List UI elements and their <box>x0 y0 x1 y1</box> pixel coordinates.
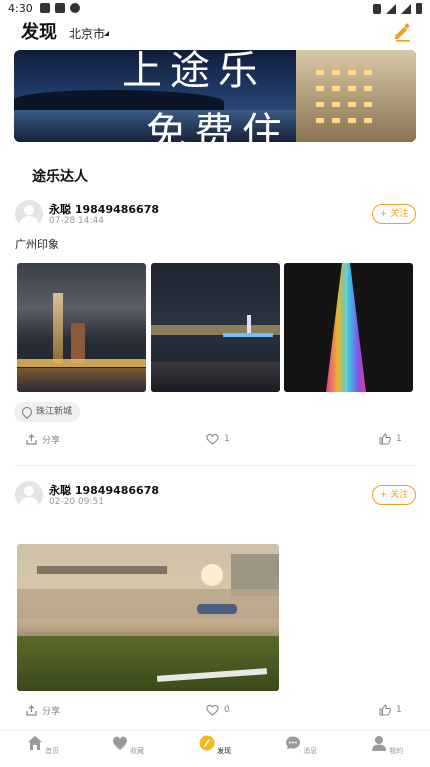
location-pin-icon <box>19 404 35 420</box>
signal-icon <box>401 3 411 14</box>
banner-building <box>296 50 416 142</box>
post-text: 广州印象 <box>15 238 59 251</box>
banner-subline: 免费住 <box>146 110 290 142</box>
comment-action[interactable]: 0 <box>206 704 230 716</box>
status-system-icons <box>373 3 422 14</box>
page-title: 发现 <box>21 22 57 43</box>
like-action[interactable]: 1 <box>379 704 402 716</box>
post-photo[interactable] <box>17 263 146 392</box>
post-date: 02-20 09:51 <box>49 497 104 507</box>
post-card: 永聪 19849486678 07-28 14:44 + 关注 广州印象 珠江新… <box>0 198 430 453</box>
tab-profile[interactable]: 我的 <box>362 735 412 756</box>
comment-action[interactable]: 1 <box>206 433 230 445</box>
user-icon <box>371 736 386 751</box>
caret-down-icon[interactable] <box>104 31 109 36</box>
city-selector[interactable]: 北京市 <box>69 25 105 42</box>
post-username[interactable]: 永聪 19849486678 <box>49 482 159 498</box>
discover-icon <box>199 735 215 751</box>
post-username[interactable]: 永聪 19849486678 <box>49 201 159 217</box>
avatar[interactable] <box>15 200 43 228</box>
heart-icon <box>206 433 219 445</box>
thumbs-up-icon <box>379 433 391 445</box>
notification-icon <box>40 3 50 13</box>
banner-headline: 上途乐 <box>122 50 266 94</box>
tab-home[interactable]: 首页 <box>18 735 68 756</box>
share-icon <box>26 705 37 716</box>
tab-label: 我的 <box>389 747 404 755</box>
tab-label: 消息 <box>303 747 318 755</box>
post-photo[interactable] <box>284 263 413 392</box>
home-icon <box>27 736 42 750</box>
tab-messages[interactable]: 消息 <box>276 735 326 756</box>
like-count: 1 <box>396 434 402 444</box>
wifi-icon <box>386 3 396 14</box>
location-tag[interactable]: 珠江新城 <box>14 402 81 422</box>
post-photo[interactable] <box>17 544 279 691</box>
location-label: 珠江新城 <box>36 407 73 417</box>
like-count: 1 <box>396 705 402 715</box>
tab-discover[interactable]: 发现 <box>190 735 240 756</box>
status-notification-icons <box>40 3 80 13</box>
tab-label: 发现 <box>217 747 232 755</box>
post-actions: 分享 1 1 <box>0 433 430 449</box>
section-title: 途乐达人 <box>32 169 88 185</box>
bug-icon <box>70 3 80 13</box>
thumbs-up-icon <box>379 704 391 716</box>
vibrate-icon <box>373 3 381 14</box>
battery-icon <box>416 3 422 14</box>
comment-count: 0 <box>224 705 230 715</box>
bottom-tab-bar: 首页 收藏 发现 消息 我的 <box>0 730 430 767</box>
tower-graphic <box>326 263 366 392</box>
tab-label: 收藏 <box>130 747 145 755</box>
comment-count: 1 <box>224 434 230 444</box>
share-icon <box>26 434 37 445</box>
follow-button[interactable]: + 关注 <box>372 485 416 505</box>
share-label: 分享 <box>42 707 61 717</box>
post-photo[interactable] <box>151 263 280 392</box>
tab-label: 首页 <box>45 747 60 755</box>
like-action[interactable]: 1 <box>379 433 402 445</box>
edit-icon[interactable] <box>392 22 412 42</box>
promo-banner[interactable]: 上途乐 免费住 <box>14 50 416 142</box>
notification-icon <box>55 3 65 13</box>
message-icon <box>285 736 300 750</box>
post-card: 永聪 19849486678 02-20 09:51 + 关注 分享 0 1 <box>0 479 430 724</box>
tab-favorites[interactable]: 收藏 <box>103 735 153 756</box>
share-action[interactable]: 分享 <box>26 704 60 717</box>
post-date: 07-28 14:44 <box>49 216 104 226</box>
share-action[interactable]: 分享 <box>26 433 60 446</box>
avatar[interactable] <box>15 481 43 509</box>
heart-icon <box>206 704 219 716</box>
page-header: 发现 北京市 <box>0 14 430 48</box>
post-actions: 分享 0 1 <box>0 704 430 720</box>
share-label: 分享 <box>42 436 61 446</box>
heart-icon <box>112 736 127 750</box>
divider <box>14 465 416 466</box>
follow-button[interactable]: + 关注 <box>372 204 416 224</box>
